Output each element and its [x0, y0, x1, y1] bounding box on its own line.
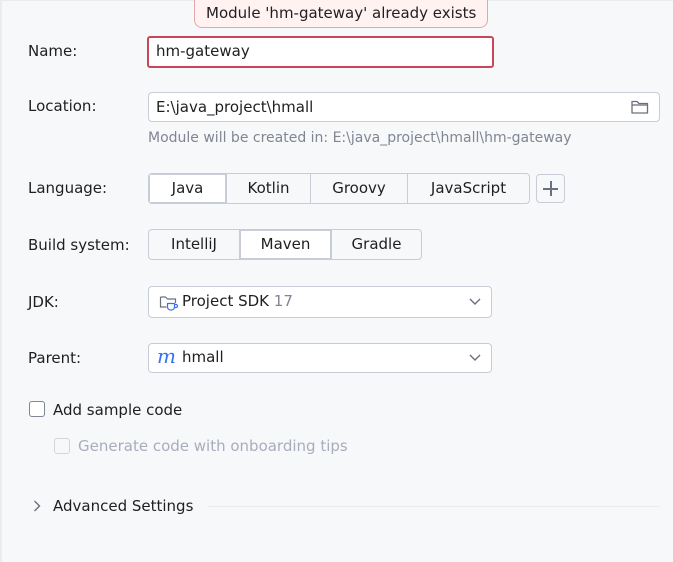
- jdk-version: 17: [273, 292, 293, 310]
- language-label: Language:: [28, 179, 108, 197]
- onboarding-tips-label: Generate code with onboarding tips: [78, 437, 348, 455]
- error-tooltip: Module 'hm-gateway' already exists: [194, 0, 489, 28]
- sdk-folder-icon: [159, 296, 179, 311]
- maven-module-icon: m: [157, 344, 176, 368]
- add-sample-code-checkbox[interactable]: [29, 401, 45, 417]
- folder-icon[interactable]: [630, 98, 650, 116]
- language-option-groovy[interactable]: Groovy: [311, 174, 408, 203]
- language-segmented: Java Kotlin Groovy JavaScript: [148, 173, 530, 204]
- jdk-dropdown[interactable]: Project SDK 17: [148, 286, 492, 318]
- build-system-label: Build system:: [28, 236, 130, 254]
- language-option-javascript[interactable]: JavaScript: [408, 174, 529, 203]
- build-option-gradle[interactable]: Gradle: [332, 230, 421, 259]
- name-label: Name:: [28, 42, 78, 60]
- name-input[interactable]: hm-gateway: [147, 36, 494, 68]
- left-border: [0, 0, 2, 562]
- location-label: Location:: [28, 97, 97, 115]
- parent-value: hmall: [182, 348, 224, 366]
- build-option-intellij[interactable]: IntelliJ: [149, 230, 240, 259]
- onboarding-tips-checkbox[interactable]: [54, 438, 70, 454]
- location-value: E:\java_project\hmall: [156, 98, 314, 116]
- advanced-settings-divider: [208, 506, 660, 507]
- location-input[interactable]: E:\java_project\hmall: [148, 92, 660, 122]
- chevron-down-icon: [469, 354, 481, 361]
- parent-dropdown[interactable]: m hmall: [148, 343, 492, 373]
- build-option-maven[interactable]: Maven: [240, 230, 332, 259]
- jdk-label: JDK:: [28, 293, 59, 311]
- chevron-right-icon[interactable]: [33, 500, 41, 512]
- language-option-kotlin[interactable]: Kotlin: [227, 174, 311, 203]
- parent-label: Parent:: [28, 349, 82, 367]
- add-language-button[interactable]: [536, 174, 565, 203]
- location-hint: Module will be created in: E:\java_proje…: [148, 130, 572, 146]
- build-system-segmented: IntelliJ Maven Gradle: [148, 229, 422, 260]
- jdk-value: Project SDK: [182, 292, 269, 310]
- add-sample-code-label[interactable]: Add sample code: [53, 401, 182, 419]
- chevron-down-icon: [469, 298, 481, 305]
- advanced-settings-toggle[interactable]: Advanced Settings: [53, 497, 193, 515]
- language-option-java[interactable]: Java: [149, 174, 227, 203]
